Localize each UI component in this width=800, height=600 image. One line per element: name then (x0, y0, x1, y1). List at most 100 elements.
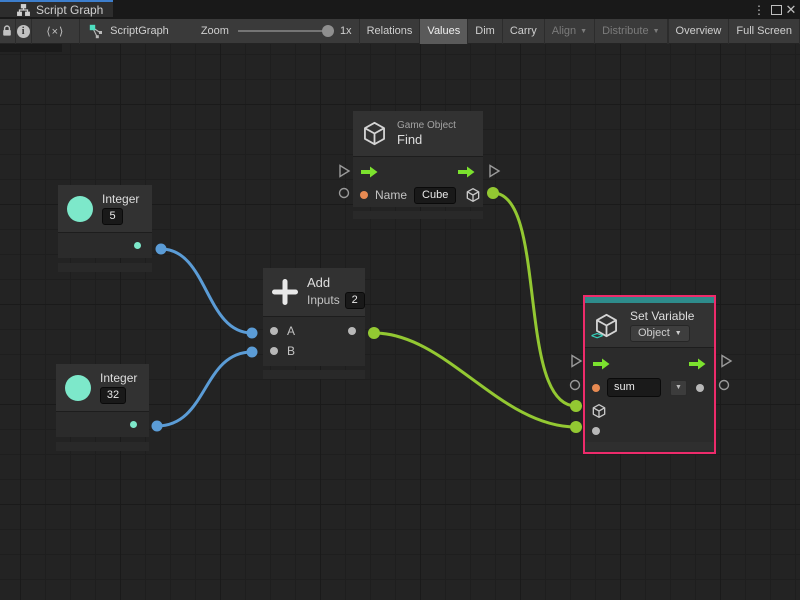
graph-reference[interactable]: ScriptGraph (80, 24, 179, 39)
info-icon: i (17, 25, 30, 38)
flow-output-port[interactable] (490, 166, 499, 177)
node-shadow (56, 442, 149, 451)
distribute-button[interactable]: Distribute▼ (594, 19, 667, 44)
wire-endpoint[interactable] (368, 327, 380, 339)
node-find[interactable]: Game Object Find Name Cube (353, 111, 483, 219)
node-shadow (263, 370, 365, 379)
carry-button[interactable]: Carry (502, 19, 544, 44)
zoom-slider-handle[interactable] (322, 25, 334, 37)
inspector-button[interactable]: i (16, 19, 32, 44)
integer-type-icon (67, 196, 93, 222)
overview-button[interactable]: Overview (668, 19, 729, 44)
node-title: Integer (102, 192, 139, 206)
relations-button[interactable]: Relations (359, 19, 420, 44)
variable-angle-icon: <> (591, 329, 602, 342)
node-add[interactable]: Add Inputs 2 A B (263, 268, 365, 379)
value-output-port[interactable] (696, 384, 704, 392)
set-variable-icon: <> (593, 312, 620, 339)
zoom-label: Zoom (201, 25, 229, 37)
node-title: Set Variable (630, 309, 694, 323)
value-input-port[interactable] (340, 189, 349, 198)
graph-toolbar: i ⟨×⟩ ScriptGraph Zoom 1x Relations Valu… (0, 19, 800, 44)
view-buttons: Overview Full Screen (668, 19, 800, 44)
game-object-input-port[interactable] (591, 403, 607, 419)
dim-button[interactable]: Dim (467, 19, 502, 44)
integer-value-field[interactable]: 5 (102, 208, 123, 225)
window-tab-bar: Script Graph ⋮ ✕ (0, 0, 800, 19)
inputs-count-field[interactable]: 2 (345, 292, 365, 309)
window-maximize-icon[interactable] (769, 0, 783, 19)
wire-endpoint[interactable] (247, 347, 258, 358)
wire-endpoint[interactable] (487, 187, 499, 199)
inputs-label: Inputs (307, 293, 340, 307)
variable-name-port[interactable] (592, 384, 600, 392)
node-category: Game Object (397, 120, 456, 132)
flow-arrow-out[interactable] (689, 358, 706, 370)
integer-output-port[interactable] (134, 242, 141, 249)
tab-script-graph[interactable]: Script Graph (0, 0, 113, 17)
flow-input-port[interactable] (340, 166, 349, 177)
display-mode-buttons: Relations Values Dim Carry Align▼ Distri… (359, 19, 668, 44)
wire-endpoint[interactable] (152, 421, 163, 432)
zoom-slider[interactable] (238, 30, 331, 32)
node-shadow (585, 442, 714, 450)
value-input-port[interactable] (571, 381, 580, 390)
flow-arrow-out[interactable] (458, 166, 475, 178)
node-set-variable[interactable]: <> Set Variable Object ▼ (583, 295, 716, 454)
zoom-value: 1x (340, 25, 352, 37)
output-port-sum[interactable] (348, 327, 356, 335)
variable-name-field[interactable]: sum (607, 378, 661, 397)
value-output-port[interactable] (720, 381, 729, 390)
name-value-field[interactable]: Cube (414, 187, 456, 204)
node-title: Find (397, 133, 422, 147)
flow-arrow-in[interactable] (361, 166, 378, 178)
node-integer-5[interactable]: Integer 5 (58, 185, 152, 272)
chevron-down-icon: ▼ (580, 28, 587, 35)
node-shadow (353, 211, 483, 219)
game-object-output-icon[interactable] (465, 187, 481, 203)
node-title: Integer (100, 371, 137, 385)
flow-output-port[interactable] (722, 356, 731, 367)
integer-output-port[interactable] (130, 421, 137, 428)
script-graph-icon (89, 24, 104, 39)
wire-endpoint[interactable] (570, 421, 582, 433)
code-icon: ⟨×⟩ (46, 25, 64, 38)
add-plus-icon (270, 277, 300, 307)
wire-find-to-setvariable-object[interactable] (493, 193, 576, 406)
code-view-button[interactable]: ⟨×⟩ (32, 19, 81, 44)
flow-input-port[interactable] (572, 356, 581, 367)
port-a-label: A (287, 324, 295, 338)
node-integer-32[interactable]: Integer 32 (56, 364, 149, 451)
integer-value-field[interactable]: 32 (100, 387, 126, 404)
align-button[interactable]: Align▼ (544, 19, 594, 44)
wire-endpoint[interactable] (570, 400, 582, 412)
window-close-icon[interactable]: ✕ (784, 0, 798, 19)
name-input-port[interactable] (360, 191, 368, 199)
lock-button[interactable] (0, 19, 16, 44)
chevron-down-icon: ▼ (675, 330, 682, 337)
chevron-down-icon: ▼ (653, 28, 660, 35)
wire-endpoint[interactable] (247, 328, 258, 339)
lock-icon (0, 24, 14, 38)
value-input-port[interactable] (592, 427, 600, 435)
input-port-a[interactable] (270, 327, 278, 335)
full-screen-button[interactable]: Full Screen (728, 19, 800, 44)
name-label: Name (375, 188, 407, 202)
node-shadow (58, 263, 152, 272)
wire-endpoint[interactable] (156, 244, 167, 255)
wire-integer32-to-add-b[interactable] (157, 352, 252, 426)
graph-hierarchy-icon (17, 4, 30, 16)
integer-type-icon (65, 375, 91, 401)
values-button[interactable]: Values (419, 19, 467, 44)
flow-arrow-in[interactable] (593, 358, 610, 370)
graph-name-label: ScriptGraph (110, 25, 169, 37)
port-b-label: B (287, 344, 295, 358)
graph-canvas[interactable]: Integer 5 Integer 32 Add (0, 44, 800, 600)
wire-integer5-to-add-a[interactable] (161, 249, 252, 333)
variable-scope-dropdown[interactable]: Object ▼ (630, 325, 690, 342)
variable-picker-dropdown[interactable]: ▼ (670, 380, 687, 396)
wire-add-to-setvariable-value[interactable] (374, 333, 576, 427)
window-menu-icon[interactable]: ⋮ (752, 0, 766, 19)
input-port-b[interactable] (270, 347, 278, 355)
node-title: Add (307, 276, 330, 290)
